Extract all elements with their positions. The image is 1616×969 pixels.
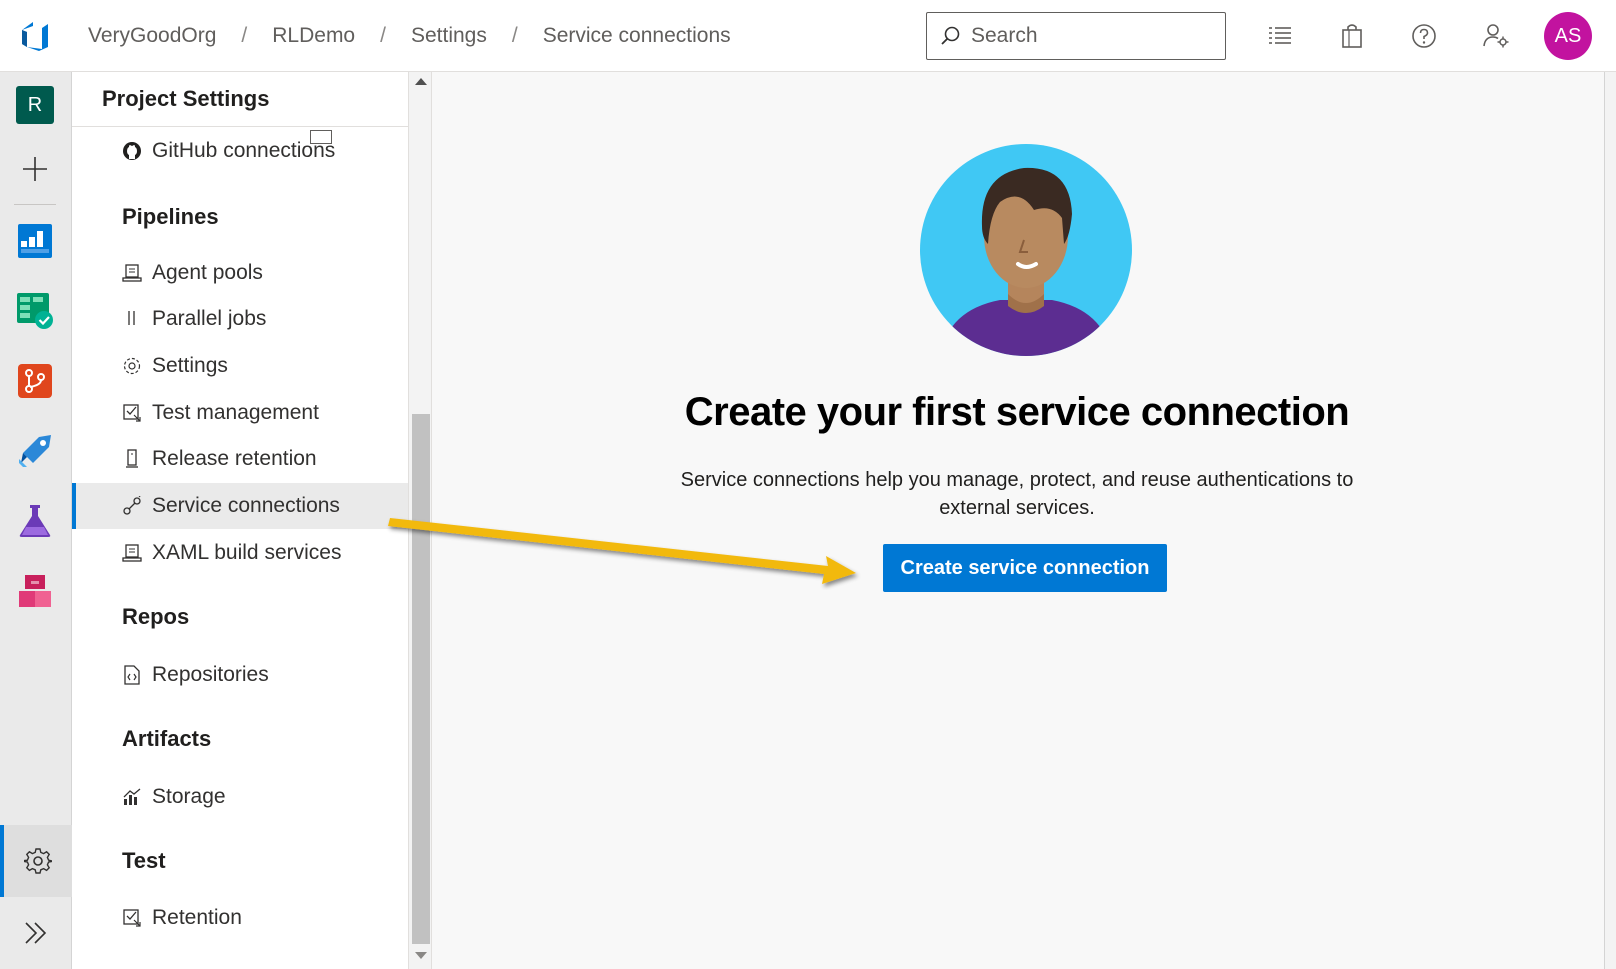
agent-pools-icon: [122, 263, 142, 283]
breadcrumb-separator: /: [241, 24, 248, 47]
nav-item-label: GitHub connections: [152, 139, 336, 162]
annotation-arrow: [388, 518, 856, 584]
user-avatar[interactable]: AS: [1544, 12, 1592, 60]
scroll-down-arrow[interactable]: [415, 952, 427, 959]
scroll-up-arrow[interactable]: [415, 78, 427, 85]
nav-item-label: Storage: [152, 785, 226, 808]
page-scrollbar[interactable]: [1604, 72, 1616, 969]
retention-icon: [122, 908, 142, 928]
nav-item-label: Retention: [152, 906, 242, 929]
create-service-connection-button[interactable]: Create service connection: [883, 544, 1167, 592]
github-icon: [122, 141, 142, 161]
boards-icon[interactable]: [16, 222, 54, 260]
repos-icon[interactable]: [16, 362, 54, 400]
test-lab-icon[interactable]: [16, 502, 54, 540]
repositories-icon: [122, 665, 142, 685]
nav-item-settings[interactable]: Settings: [72, 343, 408, 389]
nav-item-label: Release retention: [152, 447, 317, 470]
artifacts-icon[interactable]: [16, 572, 54, 610]
nav-item-label: XAML build services: [152, 541, 342, 564]
marketplace-bag-icon[interactable]: [1336, 20, 1368, 52]
work-items-list-icon[interactable]: [1264, 20, 1296, 52]
test-management-icon: [122, 403, 142, 423]
nav-item-retention[interactable]: Retention: [72, 895, 408, 941]
breadcrumb-project[interactable]: RLDemo: [272, 24, 355, 48]
empty-state-headline: Create your first service connection: [684, 390, 1350, 434]
nav-title: Project Settings: [102, 86, 270, 111]
add-icon[interactable]: [16, 150, 54, 188]
nav-item-test-management[interactable]: Test management: [72, 390, 408, 436]
nav-item-parallel-jobs[interactable]: Parallel jobs: [72, 296, 408, 342]
nav-item-service-connections[interactable]: Service connections: [72, 483, 408, 529]
nav-item-label: Settings: [152, 354, 228, 377]
nav-item-label: Agent pools: [152, 261, 263, 284]
storage-icon: [122, 787, 142, 807]
parallel-jobs-icon: [122, 309, 142, 329]
nav-item-release-retention[interactable]: Release retention: [72, 436, 408, 482]
project-settings-nav: Project Settings GitHub connections Pipe…: [72, 72, 408, 969]
azure-devops-logo[interactable]: [18, 18, 54, 54]
expand-rail-button[interactable]: [0, 897, 72, 969]
breadcrumb-settings[interactable]: Settings: [411, 24, 487, 48]
search-input[interactable]: Search: [926, 12, 1226, 60]
project-avatar[interactable]: R: [16, 86, 54, 124]
service-connections-icon: [122, 496, 142, 516]
nav-group-repos: Repos: [122, 604, 190, 629]
breadcrumb-separator: /: [511, 24, 518, 47]
nav-group-artifacts: Artifacts: [122, 726, 212, 751]
release-retention-icon: [122, 449, 142, 469]
top-bar: VeryGoodOrg / RLDemo / Settings / Servic…: [0, 0, 1616, 72]
scrollbar-thumb[interactable]: [412, 414, 430, 944]
test-plans-board-icon[interactable]: [16, 292, 54, 330]
left-rail: R: [0, 72, 72, 969]
breadcrumb: VeryGoodOrg / RLDemo / Settings / Servic…: [88, 0, 731, 72]
nav-title-divider: [72, 126, 408, 127]
nav-item-github-connections[interactable]: GitHub connections: [72, 128, 408, 174]
search-placeholder: Search: [971, 24, 1038, 47]
nav-item-storage[interactable]: Storage: [72, 774, 408, 820]
rail-divider: [14, 204, 56, 205]
nav-item-agent-pools[interactable]: Agent pools: [72, 250, 408, 296]
user-settings-icon[interactable]: [1480, 20, 1512, 52]
double-chevron-right-icon: [25, 922, 47, 944]
nav-item-label: Test management: [152, 401, 319, 424]
breadcrumb-current[interactable]: Service connections: [543, 24, 731, 48]
nav-group-pipelines: Pipelines: [122, 204, 219, 229]
nav-group-test: Test: [122, 848, 166, 873]
nav-item-repositories[interactable]: Repositories: [72, 652, 408, 698]
project-settings-rail-button[interactable]: [0, 825, 72, 897]
nav-item-label: Service connections: [152, 494, 340, 517]
person-illustration: [920, 144, 1132, 356]
gear-icon: [122, 356, 142, 376]
nav-item-xaml-build-services[interactable]: XAML build services: [72, 530, 408, 576]
nav-item-label: Repositories: [152, 663, 269, 686]
gear-icon: [24, 848, 52, 874]
breadcrumb-separator: /: [380, 24, 386, 47]
help-icon[interactable]: [1408, 20, 1440, 52]
search-icon: [941, 26, 960, 45]
nav-item-label: Parallel jobs: [152, 307, 267, 330]
pipelines-icon[interactable]: [16, 432, 54, 470]
xaml-build-icon: [122, 543, 142, 563]
breadcrumb-org[interactable]: VeryGoodOrg: [88, 24, 216, 48]
